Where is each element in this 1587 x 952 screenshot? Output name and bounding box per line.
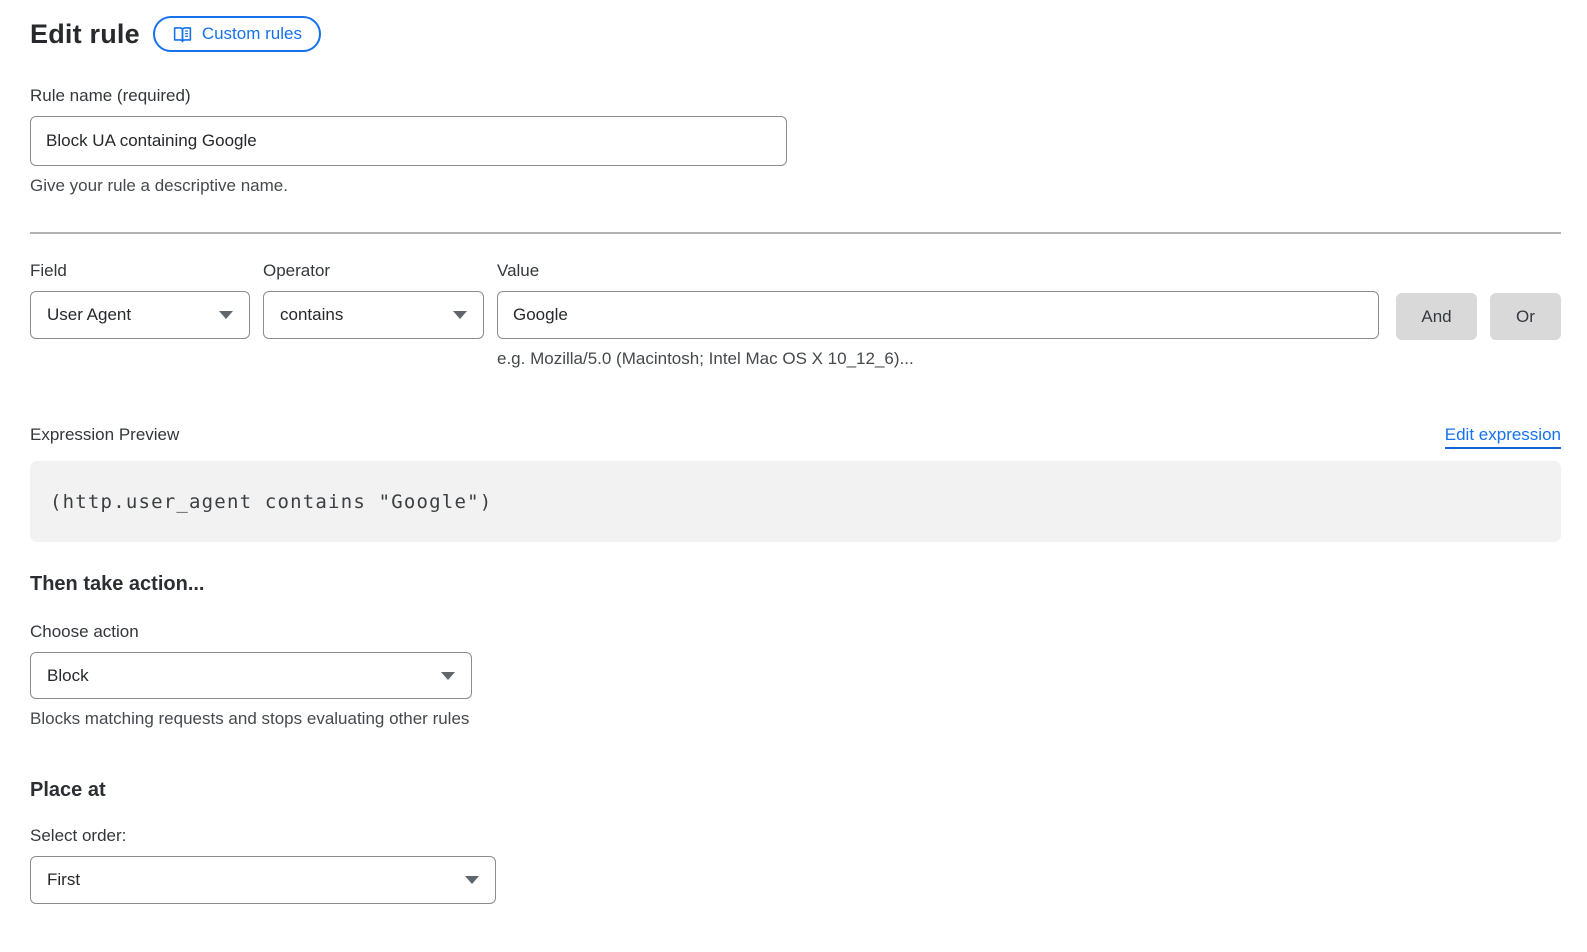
custom-rules-badge-label: Custom rules (202, 24, 302, 44)
operator-select[interactable]: contains (263, 291, 484, 339)
order-select-value: First (47, 870, 80, 890)
chevron-down-icon (465, 876, 479, 884)
operator-label: Operator (263, 261, 484, 281)
action-heading: Then take action... (30, 573, 1561, 596)
open-book-icon (172, 24, 193, 45)
choose-action-label: Choose action (30, 622, 1561, 642)
field-label: Field (30, 261, 250, 281)
field-select-value: User Agent (47, 305, 131, 325)
action-select[interactable]: Block (30, 652, 472, 699)
page-title: Edit rule (30, 19, 140, 50)
expression-code: (http.user_agent contains "Google") (50, 491, 492, 513)
expression-preview-label: Expression Preview (30, 425, 179, 445)
expression-preview-box: (http.user_agent contains "Google") (30, 461, 1561, 542)
and-button[interactable]: And (1396, 293, 1477, 340)
edit-rule-page: Edit rule Custom rules Rule name (requir… (30, 0, 1561, 904)
page-header: Edit rule Custom rules (30, 16, 1561, 52)
field-select[interactable]: User Agent (30, 291, 250, 339)
rule-name-help: Give your rule a descriptive name. (30, 176, 1561, 196)
expression-header: Expression Preview Edit expression (30, 425, 1561, 449)
order-select[interactable]: First (30, 856, 496, 904)
rule-name-input[interactable] (30, 116, 787, 166)
custom-rules-badge[interactable]: Custom rules (153, 16, 321, 52)
place-at-heading: Place at (30, 779, 1561, 802)
section-divider (30, 232, 1561, 234)
chevron-down-icon (441, 672, 455, 680)
action-help: Blocks matching requests and stops evalu… (30, 709, 1561, 729)
edit-expression-link[interactable]: Edit expression (1445, 425, 1561, 449)
rule-name-label: Rule name (required) (30, 86, 1561, 106)
chevron-down-icon (453, 311, 467, 319)
action-select-value: Block (47, 666, 89, 686)
operator-group: Operator contains (263, 261, 484, 339)
value-group: Value e.g. Mozilla/5.0 (Macintosh; Intel… (497, 261, 1379, 369)
chevron-down-icon (219, 311, 233, 319)
value-input[interactable] (497, 291, 1379, 339)
value-help: e.g. Mozilla/5.0 (Macintosh; Intel Mac O… (497, 349, 1379, 369)
operator-select-value: contains (280, 305, 343, 325)
condition-row: Field User Agent Operator contains Value… (30, 261, 1561, 369)
field-group: Field User Agent (30, 261, 250, 339)
or-button[interactable]: Or (1490, 293, 1561, 340)
rule-name-group: Rule name (required) Give your rule a de… (30, 86, 1561, 196)
value-label: Value (497, 261, 1379, 281)
select-order-label: Select order: (30, 826, 1561, 846)
